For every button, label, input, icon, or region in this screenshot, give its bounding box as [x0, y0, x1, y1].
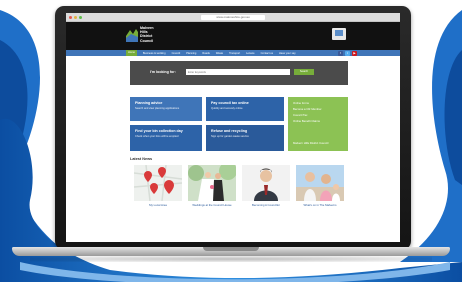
nav-item-leisure[interactable]: Leisure: [246, 52, 255, 55]
nav-item-planning[interactable]: Planning: [186, 52, 196, 55]
browser-toolbar: www.maloneshire.gov.au: [66, 13, 400, 22]
news-caption: My Local Area: [149, 203, 167, 207]
quick-link[interactable]: Online forms: [293, 101, 343, 105]
news-item[interactable]: What's on in The Malverns: [296, 165, 344, 207]
tile-subtitle: Quickly and securely online: [211, 107, 243, 110]
tile-refuse-recycling[interactable]: Refuse and recycling Sign up for garden …: [206, 125, 284, 151]
tile-title: Planning advice: [135, 101, 163, 105]
tile-subtitle: Sign up for garden waste service: [211, 135, 249, 138]
minimize-window-icon[interactable]: [74, 16, 77, 19]
news-caption: Becoming A Councillor: [252, 203, 280, 207]
news-caption: Weddings at the Council House: [192, 203, 232, 207]
search-label: I'm looking for:: [150, 70, 176, 74]
quick-link[interactable]: Become a Cllr Member: [293, 107, 343, 111]
council-logo[interactable]: Malvern Hills District Council: [126, 26, 154, 43]
facebook-icon[interactable]: f: [338, 50, 343, 56]
nav-item-waste[interactable]: Waste: [216, 52, 223, 55]
hills-logo-icon: [126, 29, 138, 43]
search-input[interactable]: [186, 69, 290, 75]
nav-item-business-working[interactable]: Business & working: [143, 52, 166, 55]
nav-item-home[interactable]: Home: [126, 50, 137, 56]
tile-title: Refuse and recycling: [211, 129, 248, 133]
family-photo: [296, 165, 344, 201]
quick-link[interactable]: Council Tax: [293, 113, 343, 117]
nav-item-council[interactable]: Council: [172, 52, 181, 55]
address-bar[interactable]: www.maloneshire.gov.au: [201, 15, 265, 20]
maximize-window-icon[interactable]: [79, 16, 82, 19]
quick-links-footer[interactable]: Malvern Hills District Council: [293, 141, 328, 145]
news-caption: What's on in The Malverns: [303, 203, 337, 207]
news-item[interactable]: Becoming A Councillor: [242, 165, 290, 207]
news-item[interactable]: Weddings at the Council House: [188, 165, 236, 207]
promo-image: www.maloneshire.gov.au Malvern Hills Dis…: [0, 0, 462, 282]
search-panel: I'm looking for: Search: [130, 61, 348, 85]
logo-text: Malvern Hills District Council: [140, 26, 154, 43]
tile-planning-advice[interactable]: Planning advice Search and view planning…: [130, 97, 202, 121]
councillor-photo: [242, 165, 290, 201]
tile-subtitle: Search and view planning applications: [135, 107, 180, 110]
tile-title: Pay council tax online: [211, 101, 249, 105]
nav-item-have-your-say[interactable]: Have your say: [279, 52, 296, 55]
laptop-notch: [203, 247, 259, 251]
laptop-shadow: [30, 256, 432, 262]
tile-subtitle: Check when your bins will be emptied: [135, 135, 179, 138]
news-item[interactable]: My Local Area: [134, 165, 182, 207]
quick-links-panel: Online forms Become a Cllr Member Counci…: [288, 97, 348, 151]
twitter-icon[interactable]: t: [345, 50, 350, 56]
site-header: Malvern Hills District Council: [66, 22, 400, 50]
close-window-icon[interactable]: [69, 16, 72, 19]
tile-pay-council-tax[interactable]: Pay council tax online Quickly and secur…: [206, 97, 284, 121]
tile-bin-collection[interactable]: Find your bin collection day Check when …: [130, 125, 202, 151]
tile-title: Find your bin collection day: [135, 129, 183, 133]
main-navigation: Home Business & working Council Planning Roa…: [66, 50, 400, 56]
search-button[interactable]: Search: [294, 69, 314, 75]
news-heading: Latest News: [130, 157, 153, 161]
nav-item-transport[interactable]: Transport: [229, 52, 240, 55]
wedding-photo: [188, 165, 236, 201]
nav-item-roads[interactable]: Roads: [202, 52, 210, 55]
youtube-icon[interactable]: ▶: [352, 50, 357, 56]
nav-item-contact-us[interactable]: Contact us: [261, 52, 273, 55]
map-pins-image: [134, 165, 182, 201]
quick-link[interactable]: Online Benefit Claims: [293, 119, 343, 123]
laptop-screen: www.maloneshire.gov.au Malvern Hills Dis…: [66, 13, 400, 242]
contact-envelope-icon[interactable]: [332, 28, 346, 40]
